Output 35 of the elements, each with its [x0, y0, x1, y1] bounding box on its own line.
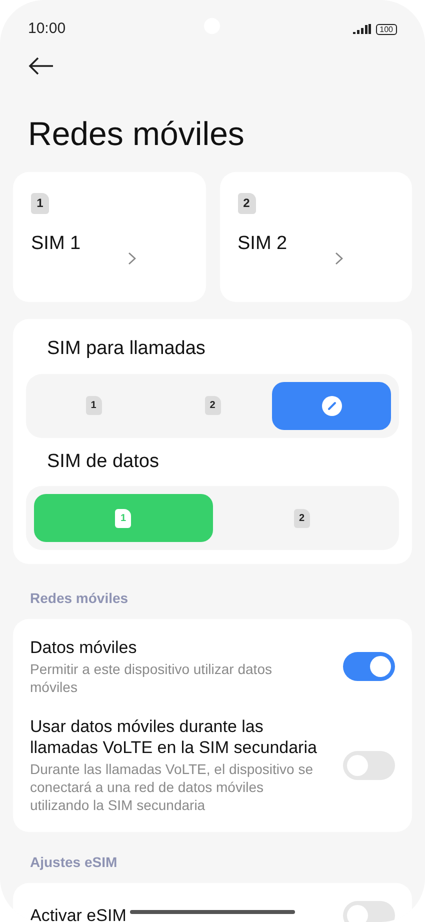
sim-option[interactable]	[272, 382, 391, 430]
sim-label: SIM 1	[31, 232, 82, 256]
toggle-switch[interactable]	[343, 750, 395, 780]
battery-indicator: 100	[376, 24, 397, 34]
sim-badge: 2	[204, 396, 220, 415]
sim-badge: 1	[86, 396, 102, 415]
group-title: SIM para llamadas	[46, 337, 206, 361]
group-title: SIM de datos	[46, 450, 160, 474]
sim-badge: 1	[115, 508, 132, 528]
sim-badge: 1	[31, 192, 49, 214]
sim-option[interactable]: 2	[212, 494, 391, 542]
back-button[interactable]	[28, 56, 56, 76]
sim-badge: 2	[294, 508, 310, 528]
signal-icon	[352, 24, 371, 34]
toggle-switch[interactable]	[343, 901, 395, 922]
setting-description: Permitir a este dispositivo utilizar datos móviles	[30, 660, 273, 696]
section-header: Redes móviles	[30, 589, 130, 608]
sim-card[interactable]: 2 SIM 2	[220, 172, 412, 302]
status-time: 10:00	[28, 18, 66, 39]
back-icon	[28, 57, 54, 75]
sim-option[interactable]: 2	[153, 382, 272, 430]
sim-badge: 2	[238, 192, 256, 214]
setting-title: Datos móviles	[30, 637, 137, 658]
setting-description: Durante las llamadas VoLTE, el dispositivo se conectará a una red de datos móviles utilizando la SIM secundaria	[30, 760, 314, 814]
sim-card[interactable]: 1 SIM 1	[13, 172, 206, 302]
setting-title: Usar datos móviles durante las llamadas VoLTE en la SIM secundaria	[30, 716, 318, 758]
toggle-switch[interactable]	[343, 652, 395, 681]
page-title: Redes móviles	[28, 114, 246, 154]
pencil-icon	[322, 396, 342, 416]
setting-title: Activar eSIM	[30, 905, 126, 922]
chevron-right-icon	[128, 252, 136, 265]
sim-label: SIM 2	[238, 232, 288, 256]
section-header: Ajustes eSIM	[30, 853, 118, 872]
sim-option[interactable]: 1	[34, 382, 153, 430]
chevron-right-icon	[334, 252, 342, 265]
